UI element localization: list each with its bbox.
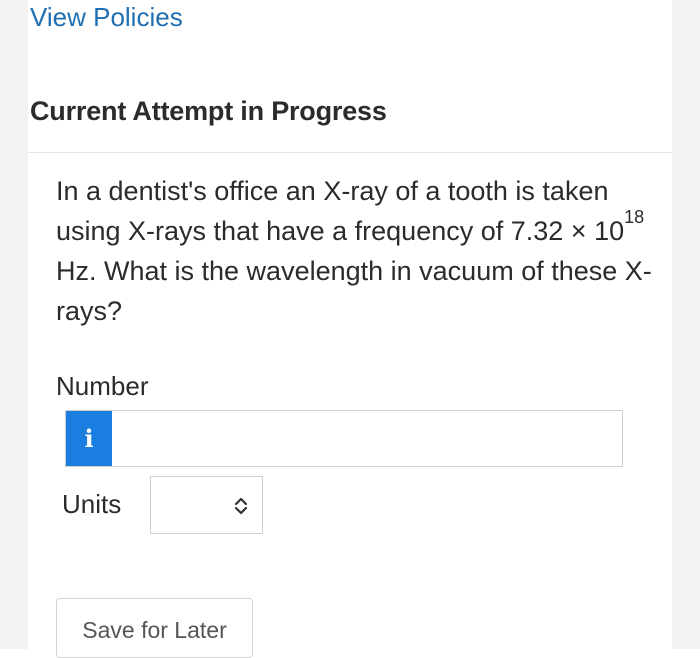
info-icon[interactable]: i — [66, 411, 112, 466]
right-gutter — [672, 0, 700, 649]
chevron-up-down-icon — [234, 497, 248, 515]
number-label: Number — [56, 371, 149, 401]
save-for-later-button[interactable]: Save for Later — [56, 598, 253, 658]
units-select[interactable] — [150, 476, 263, 534]
units-label: Units — [62, 489, 122, 519]
question-text: In a dentist's office an X-ray of a toot… — [56, 171, 656, 331]
left-gutter — [0, 0, 28, 649]
view-policies-link[interactable]: View Policies — [30, 2, 183, 33]
section-divider — [28, 152, 672, 153]
number-field-group: i — [65, 410, 623, 467]
frequency-exponent: 18 — [624, 207, 645, 227]
question-text-end: Hz. What is the wavelength in vacuum of … — [56, 256, 652, 326]
question-panel: View Policies Current Attempt in Progres… — [28, 0, 672, 658]
question-text-start: In a dentist's office an X-ray of a toot… — [56, 176, 625, 246]
section-title: Current Attempt in Progress — [30, 96, 387, 126]
number-input[interactable] — [112, 411, 622, 466]
